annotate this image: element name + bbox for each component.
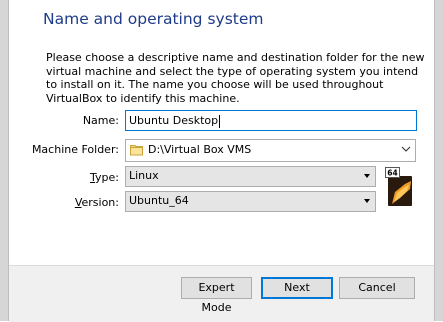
chevron-down-icon[interactable]: [401, 144, 411, 154]
window-right-border: [434, 0, 435, 321]
name-input[interactable]: Ubuntu Desktop: [125, 110, 417, 131]
type-select[interactable]: Linux: [125, 166, 376, 187]
dropdown-arrow-icon: [364, 174, 370, 178]
ubuntu-64-os-icon: 64: [385, 167, 412, 206]
type-select-value: Linux: [129, 169, 159, 182]
version-select-value: Ubuntu_64: [129, 194, 189, 207]
name-input-value: Ubuntu Desktop: [129, 114, 219, 127]
text-caret: [219, 114, 221, 128]
page-description: Please choose a descriptive name and des…: [46, 51, 425, 105]
machine-folder-label: Machine Folder:: [31, 143, 119, 156]
svg-text:64: 64: [387, 169, 397, 178]
name-label: Name:: [82, 114, 119, 127]
version-select[interactable]: Ubuntu_64: [125, 191, 376, 212]
folder-icon: [130, 145, 143, 156]
expert-mode-button[interactable]: Expert Mode: [181, 277, 252, 314]
type-label: Type:: [90, 171, 119, 184]
version-label: Version:: [74, 196, 119, 209]
window-right-edge: [434, 0, 443, 321]
dropdown-arrow-icon: [364, 199, 370, 203]
next-button[interactable]: Next: [261, 277, 333, 299]
machine-folder-combobox[interactable]: D:\Virtual Box VMS: [125, 139, 416, 162]
cancel-button[interactable]: Cancel: [339, 277, 415, 299]
machine-folder-value: D:\Virtual Box VMS: [148, 143, 252, 156]
page-title: Name and operating system: [43, 10, 264, 28]
